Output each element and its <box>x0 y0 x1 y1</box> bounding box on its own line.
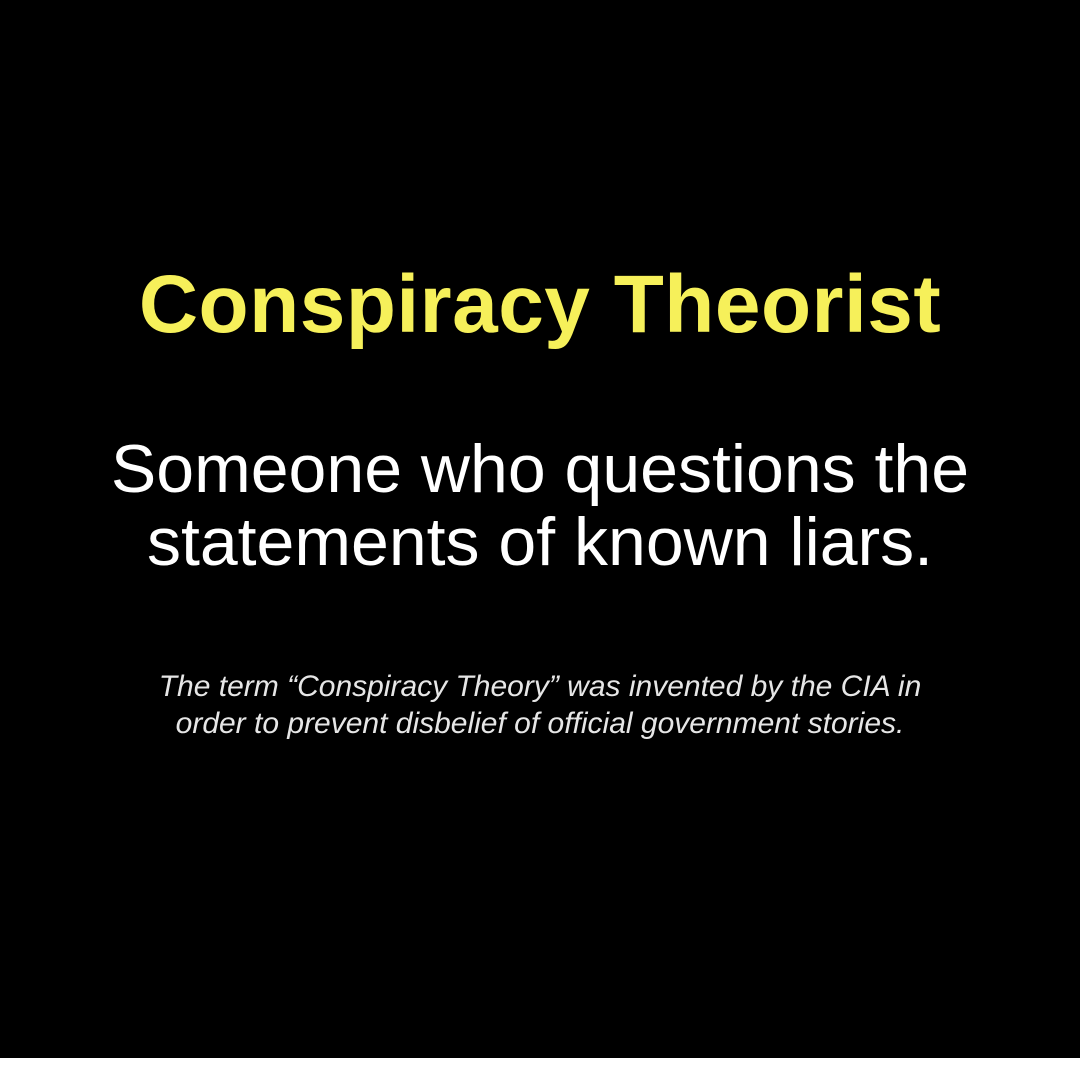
definition-line-2: statements of known liars. <box>146 504 934 580</box>
bottom-border-strip <box>0 1058 1080 1080</box>
footnote-line-2: order to prevent disbelief of official g… <box>175 707 905 740</box>
footnote-line-1: The term “Conspiracy Theory” was invente… <box>158 670 922 703</box>
definition-line-1: Someone who questions the <box>110 431 970 507</box>
footnote-text: The term “Conspiracy Theory” was invente… <box>0 668 1080 742</box>
definition-text: Someone who questions the statements of … <box>0 433 1080 579</box>
poster-canvas: Conspiracy Theorist Someone who question… <box>0 0 1080 1058</box>
poster-title: Conspiracy Theorist <box>138 259 942 350</box>
